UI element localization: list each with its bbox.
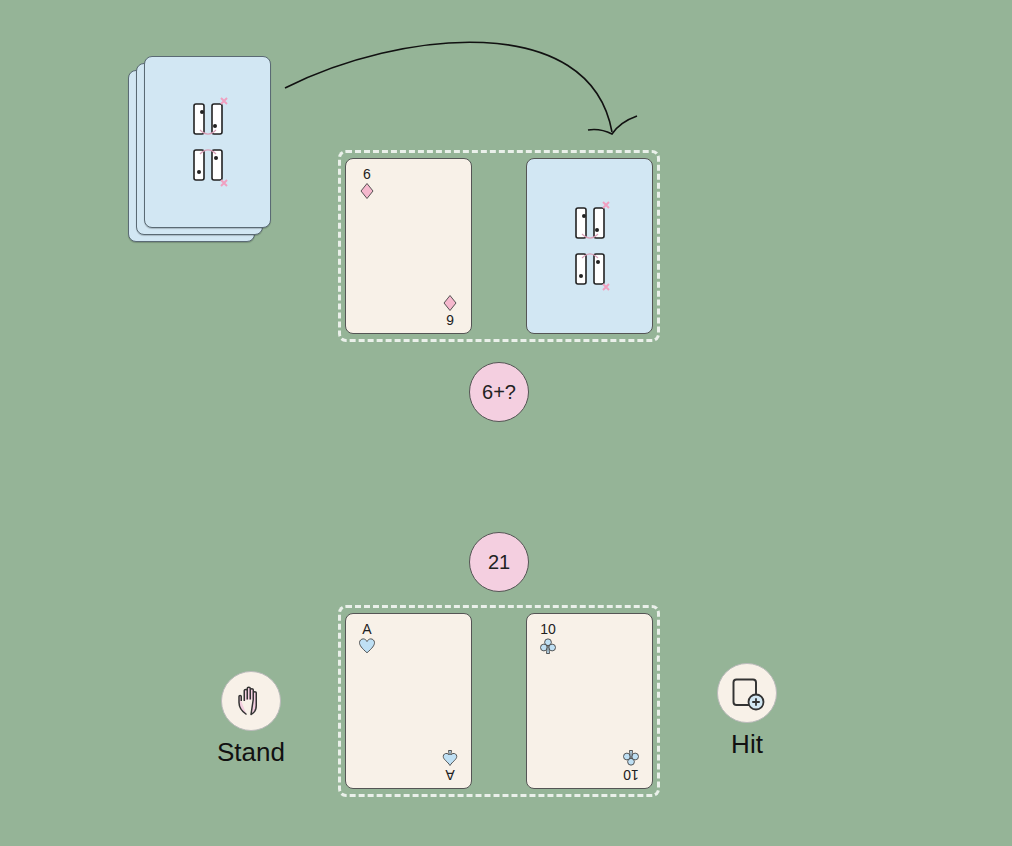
hit-circle[interactable] (717, 663, 777, 723)
hand-icon (233, 683, 269, 719)
card-rank: A (445, 767, 454, 783)
diamonds-suit-icon (441, 294, 459, 312)
deal-arrow-icon (0, 0, 1012, 846)
card-corner: 6 (358, 166, 376, 200)
playing-card: AA (345, 613, 472, 789)
clubs-suit-icon (622, 749, 640, 767)
card-rank: 10 (540, 621, 556, 637)
card-corner: 10 (622, 749, 640, 783)
hit-button[interactable]: Hit (707, 663, 787, 759)
stand-circle[interactable] (221, 671, 281, 731)
playing-card: 10 10 (526, 613, 653, 789)
card-rank: 6 (363, 166, 371, 182)
hearts-suit-icon (358, 637, 376, 655)
card-rank: 10 (623, 767, 639, 783)
score-badge: 6+? (469, 362, 529, 422)
player-row: StandAA1010Hit (211, 605, 787, 797)
deck-card (144, 56, 271, 228)
stand-button[interactable]: Stand (211, 671, 291, 767)
score-badge: 21 (469, 532, 529, 592)
card-corner: A (358, 621, 376, 655)
spades-suit-icon (441, 749, 459, 767)
card-rank: 6 (446, 312, 454, 328)
diamonds-suit-icon (358, 182, 376, 200)
card-rank: A (362, 621, 371, 637)
button-label[interactable]: Stand (217, 737, 285, 767)
card-corner: A (441, 749, 459, 783)
card-back-icon (564, 196, 616, 296)
playing-card: 66 (345, 158, 472, 334)
button-label[interactable]: Hit (731, 729, 763, 759)
card-corner: 10 (539, 621, 557, 655)
card-corner: 6 (441, 294, 459, 328)
dealer-hand: 66 (338, 150, 660, 342)
player-hand: AA1010 (338, 605, 660, 797)
deck[interactable] (128, 56, 273, 246)
card-back-icon (182, 92, 234, 192)
face-down-card (526, 158, 653, 334)
card-plus-icon (729, 675, 765, 711)
clubs-suit-icon (539, 637, 557, 655)
